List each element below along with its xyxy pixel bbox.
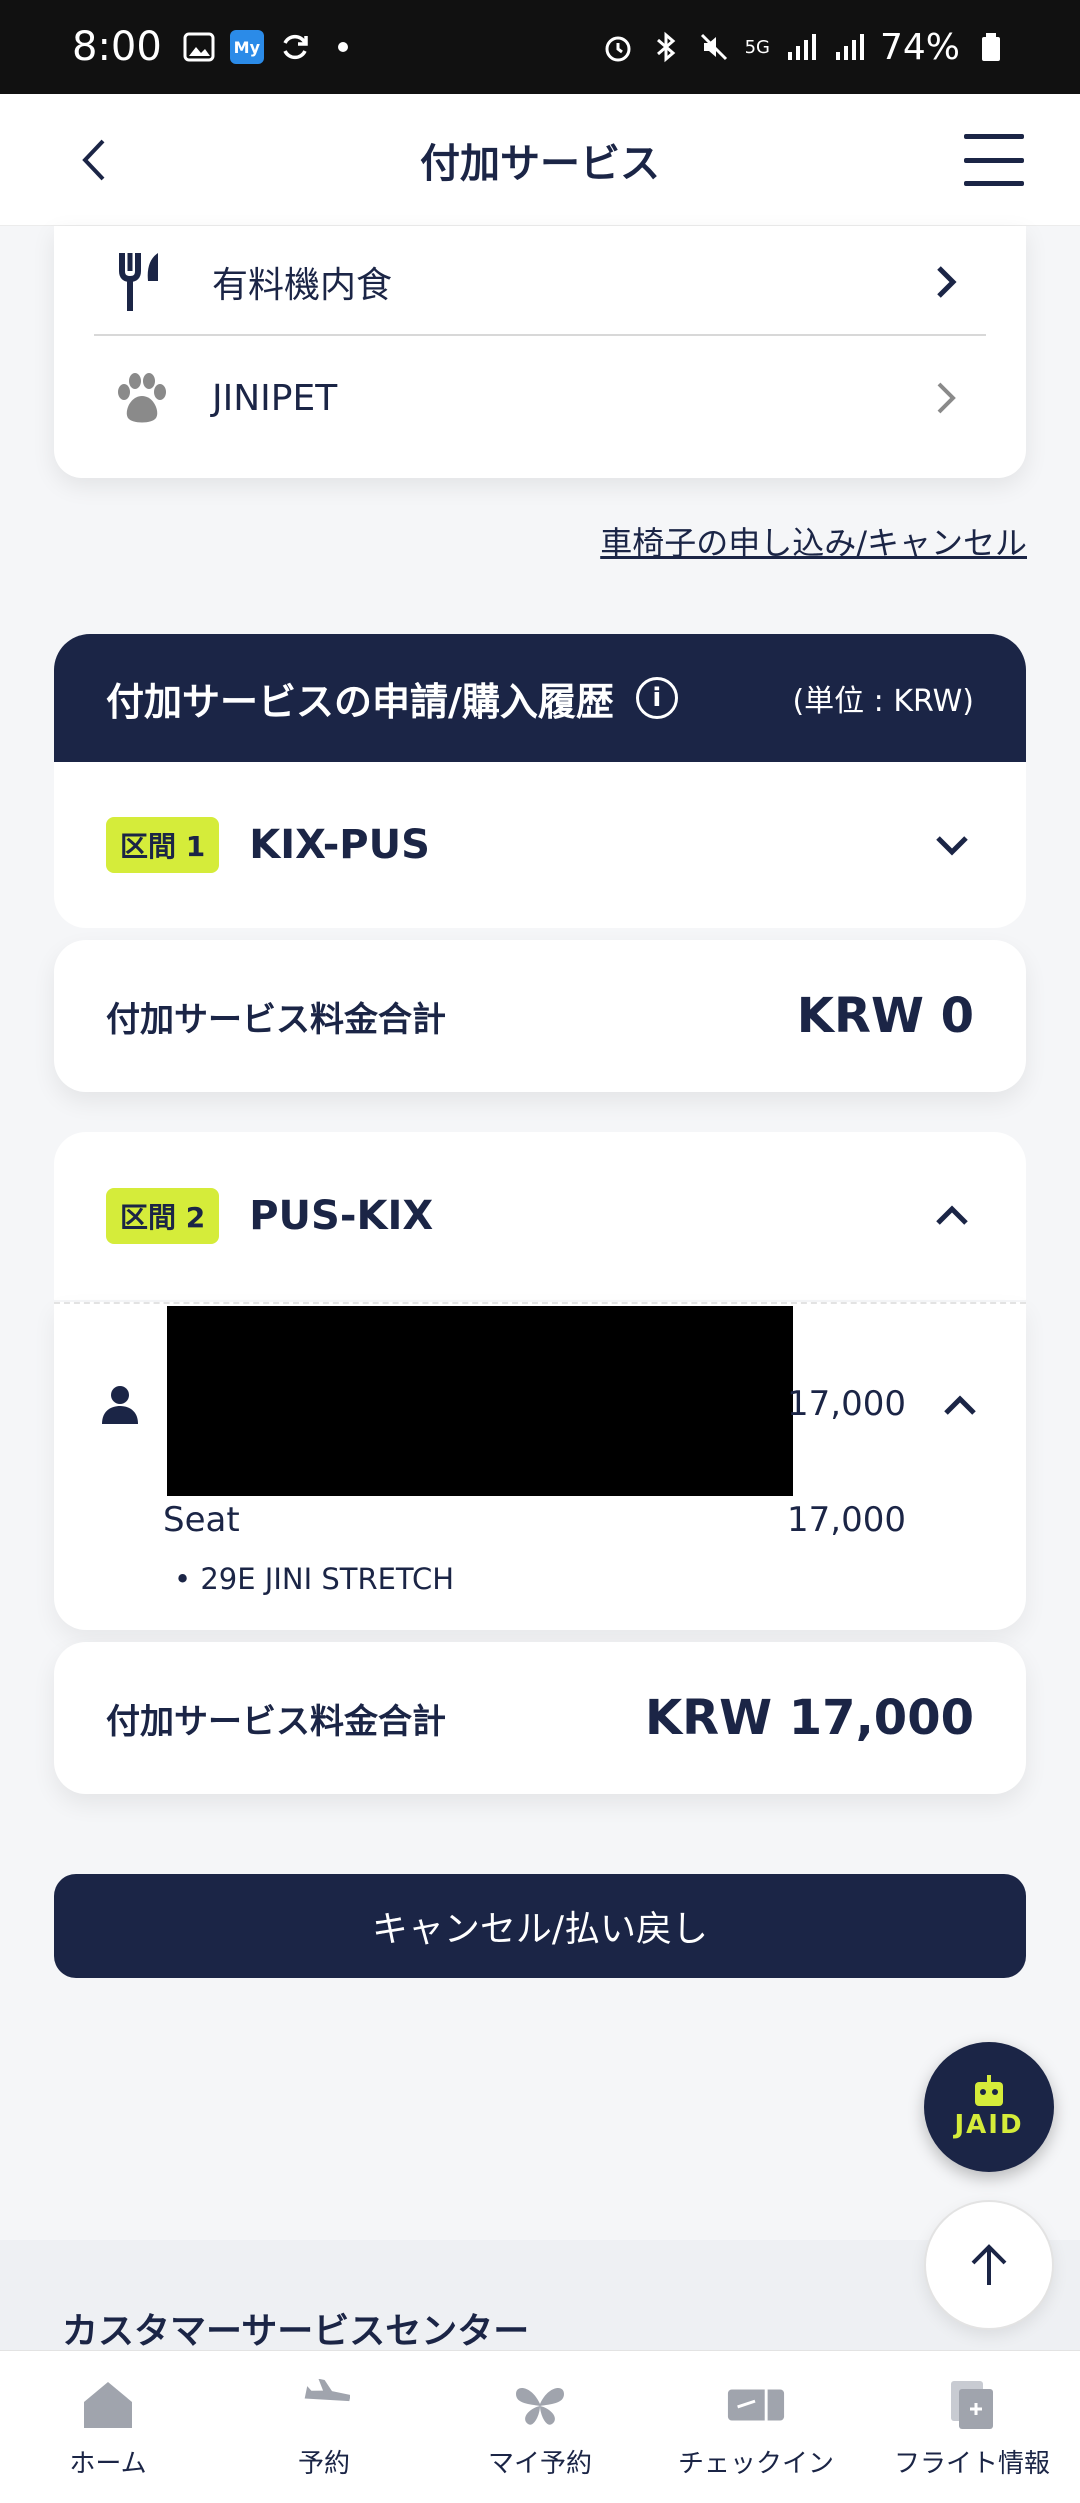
total-amount: KRW 0 <box>796 988 974 1044</box>
alarm-icon <box>601 30 635 64</box>
service-label: 有料機内食 <box>212 265 393 306</box>
total-label: 付加サービス料金合計 <box>106 1701 446 1742</box>
nav-my-booking[interactable]: マイ予約 <box>432 2351 648 2503</box>
home-icon <box>78 2375 138 2435</box>
page-title: 付加サービス <box>420 140 660 187</box>
divider <box>94 334 986 336</box>
plane-icon <box>294 2375 354 2435</box>
ticket-icon <box>726 2375 786 2435</box>
hamburger-line <box>964 181 1024 186</box>
cancel-refund-button[interactable]: キャンセル/払い戻し <box>54 1874 1026 1978</box>
hamburger-line <box>964 134 1024 139</box>
service-label: JINIPET <box>212 377 338 419</box>
service-item-jinipet[interactable]: JINIPET <box>94 342 986 454</box>
arrow-up-icon <box>971 2244 1007 2285</box>
robot-icon <box>975 2075 1003 2106</box>
status-icons-right: 5G 74% <box>601 27 1008 68</box>
signal-icon <box>784 30 818 64</box>
battery-icon <box>974 30 1008 64</box>
sync-icon <box>278 30 312 64</box>
battery-percent: 74% <box>879 26 960 68</box>
segment-badge: 区間 1 <box>106 817 220 873</box>
redacted-passenger-name <box>167 1306 793 1496</box>
nav-label: ホーム <box>69 2448 147 2479</box>
chevron-down-icon <box>930 823 974 867</box>
item-amount: 17,000 <box>787 1500 906 1540</box>
signal-icon-2 <box>832 30 866 64</box>
status-time: 8:00 <box>72 24 162 70</box>
nav-booking[interactable]: 予約 <box>216 2351 432 2503</box>
menu-button[interactable] <box>964 134 1024 186</box>
unit-label: (単位 : KRW) <box>792 684 974 719</box>
status-icons-left: My <box>182 30 360 64</box>
bottom-nav: ホーム 予約 マイ予約 チェックイン フライト情報 <box>0 2350 1080 2503</box>
nav-label: 予約 <box>297 2448 350 2479</box>
nav-home[interactable]: ホーム <box>0 2351 216 2503</box>
nav-flight-info[interactable]: フライト情報 <box>864 2351 1080 2503</box>
segment-2-header[interactable]: 区間 2 PUS-KIX <box>54 1132 1026 1300</box>
total-amount: KRW 17,000 <box>644 1690 974 1746</box>
segment-1-header[interactable]: 区間 1 KIX-PUS <box>54 762 1026 928</box>
history-header: 付加サービスの申請/購入履歴 i (単位 : KRW) <box>54 634 1026 762</box>
passenger-card: 17,000 Seat 17,000 • 29E JINI STRETCH <box>54 1302 1026 1630</box>
jaid-chatbot-button[interactable]: JAID <box>924 2042 1054 2172</box>
total-card-segment-2: 付加サービス料金合計 KRW 17,000 <box>54 1642 1026 1794</box>
fork-knife-icon <box>106 246 178 318</box>
segment-route: KIX-PUS <box>249 822 430 868</box>
nav-label: チェックイン <box>677 2448 834 2479</box>
info-icon[interactable]: i <box>635 677 678 719</box>
passenger-amount: 17,000 <box>787 1384 906 1424</box>
person-icon <box>100 1384 146 1430</box>
nav-label: マイ予約 <box>487 2448 592 2479</box>
nav-label: フライト情報 <box>893 2448 1050 2479</box>
app-header: 付加サービス <box>0 94 1080 226</box>
mute-icon <box>697 30 731 64</box>
butterfly-icon <box>510 2375 570 2435</box>
gallery-icon <box>182 30 216 64</box>
nav-checkin[interactable]: チェックイン <box>648 2351 864 2503</box>
chevron-up-icon[interactable] <box>938 1384 982 1428</box>
total-label: 付加サービス料金合計 <box>106 999 446 1040</box>
segment-route: PUS-KIX <box>249 1193 434 1239</box>
chevron-right-icon <box>926 262 966 302</box>
customer-service-title: カスタマーサービスセンター <box>62 2311 530 2352</box>
chevron-up-icon <box>930 1194 974 1238</box>
hamburger-line <box>964 157 1024 163</box>
dot-icon <box>326 30 360 64</box>
item-detail: • 29E JINI STRETCH <box>174 1562 455 1596</box>
chevron-right-icon <box>926 378 966 418</box>
scroll-top-button[interactable] <box>924 2200 1054 2330</box>
segment-badge: 区間 2 <box>106 1188 220 1244</box>
paw-icon <box>106 362 178 434</box>
item-name: Seat <box>163 1500 240 1540</box>
total-card-segment-1: 付加サービス料金合計 KRW 0 <box>54 940 1026 1092</box>
jaid-label: JAID <box>954 2110 1024 2140</box>
chevron-left-icon <box>82 139 105 181</box>
service-item-paid-meal[interactable]: 有料機内食 <box>94 226 986 338</box>
services-card: 有料機内食 JINIPET <box>54 226 1026 478</box>
my-app-icon: My <box>229 30 264 64</box>
document-icon <box>942 2375 1002 2435</box>
status-bar: 8:00 My 5G 74% <box>0 0 1080 94</box>
bluetooth-icon <box>649 30 683 64</box>
network-label: 5G <box>744 36 770 58</box>
wheelchair-link[interactable]: 車椅子の申し込み/キャンセル <box>600 518 1027 564</box>
history-title: 付加サービスの申請/購入履歴 <box>106 679 614 724</box>
back-button[interactable] <box>64 130 124 190</box>
